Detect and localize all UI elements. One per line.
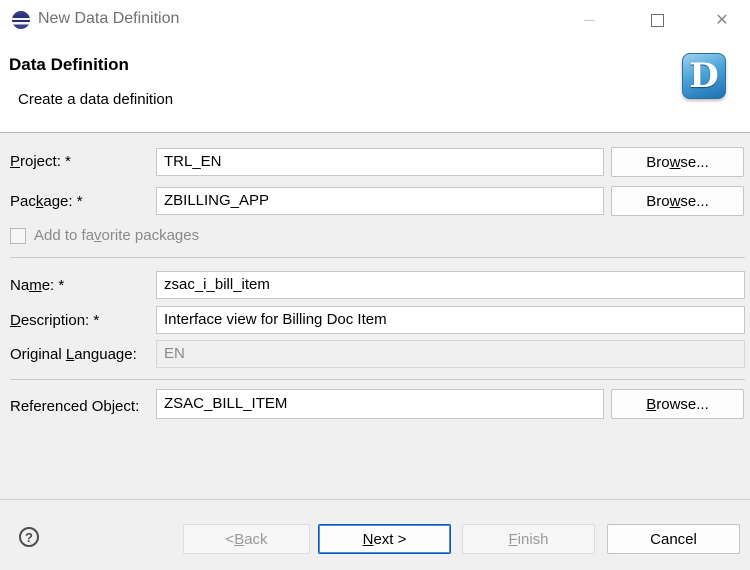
name-field[interactable]: zsac_i_bill_item <box>156 271 745 299</box>
minimize-button[interactable] <box>566 0 612 40</box>
favorite-packages-label: Add to favorite packages <box>34 227 200 244</box>
project-browse-button[interactable]: Bro w se... <box>611 147 744 177</box>
next-button[interactable]: Next > <box>318 524 451 554</box>
project-field[interactable]: TRL_EN <box>156 148 604 176</box>
referenced-object-label: Referenced Object: <box>10 398 140 415</box>
eclipse-app-icon <box>12 11 30 29</box>
data-definition-icon-letter: D <box>689 56 719 96</box>
page-description: Create a data definition <box>18 91 174 108</box>
page-title: Data Definition <box>9 55 129 74</box>
project-label: Project: * <box>10 153 71 170</box>
description-field[interactable]: Interface view for Billing Doc Item <box>156 306 745 334</box>
maximize-button[interactable] <box>634 0 680 40</box>
package-field[interactable]: ZBILLING_APP <box>156 187 604 215</box>
title-bar: New Data Definition ✕ <box>0 0 750 40</box>
help-icon[interactable]: ? <box>19 527 39 547</box>
original-language-field: EN <box>156 340 745 368</box>
data-definition-icon: D <box>682 53 726 99</box>
original-language-label: Original Language: <box>10 346 137 363</box>
favorite-packages-checkbox-row[interactable]: Add to favorite packages <box>10 227 199 244</box>
description-label: Description: * <box>10 312 100 329</box>
cancel-button[interactable]: Cancel <box>607 524 740 554</box>
referenced-object-browse-button[interactable]: Browse... <box>611 389 744 419</box>
window-title: New Data Definition <box>38 10 180 27</box>
package-browse-button[interactable]: Bro w se... <box>611 186 744 216</box>
maximize-icon <box>650 13 664 27</box>
minimize-icon <box>583 19 595 21</box>
close-icon: ✕ <box>715 12 729 29</box>
package-label: Package: * <box>10 193 83 210</box>
finish-button: Finish <box>462 524 595 554</box>
back-button: < Back <box>183 524 310 554</box>
name-label: Name: * <box>10 277 65 294</box>
footer-separator <box>0 499 750 500</box>
separator <box>10 379 745 380</box>
wizard-header: Data Definition Create a data definition <box>0 40 750 133</box>
separator <box>10 257 745 258</box>
close-button[interactable]: ✕ <box>699 0 745 40</box>
favorite-packages-checkbox[interactable] <box>10 227 26 244</box>
referenced-object-field[interactable]: ZSAC_BILL_ITEM <box>156 389 604 419</box>
